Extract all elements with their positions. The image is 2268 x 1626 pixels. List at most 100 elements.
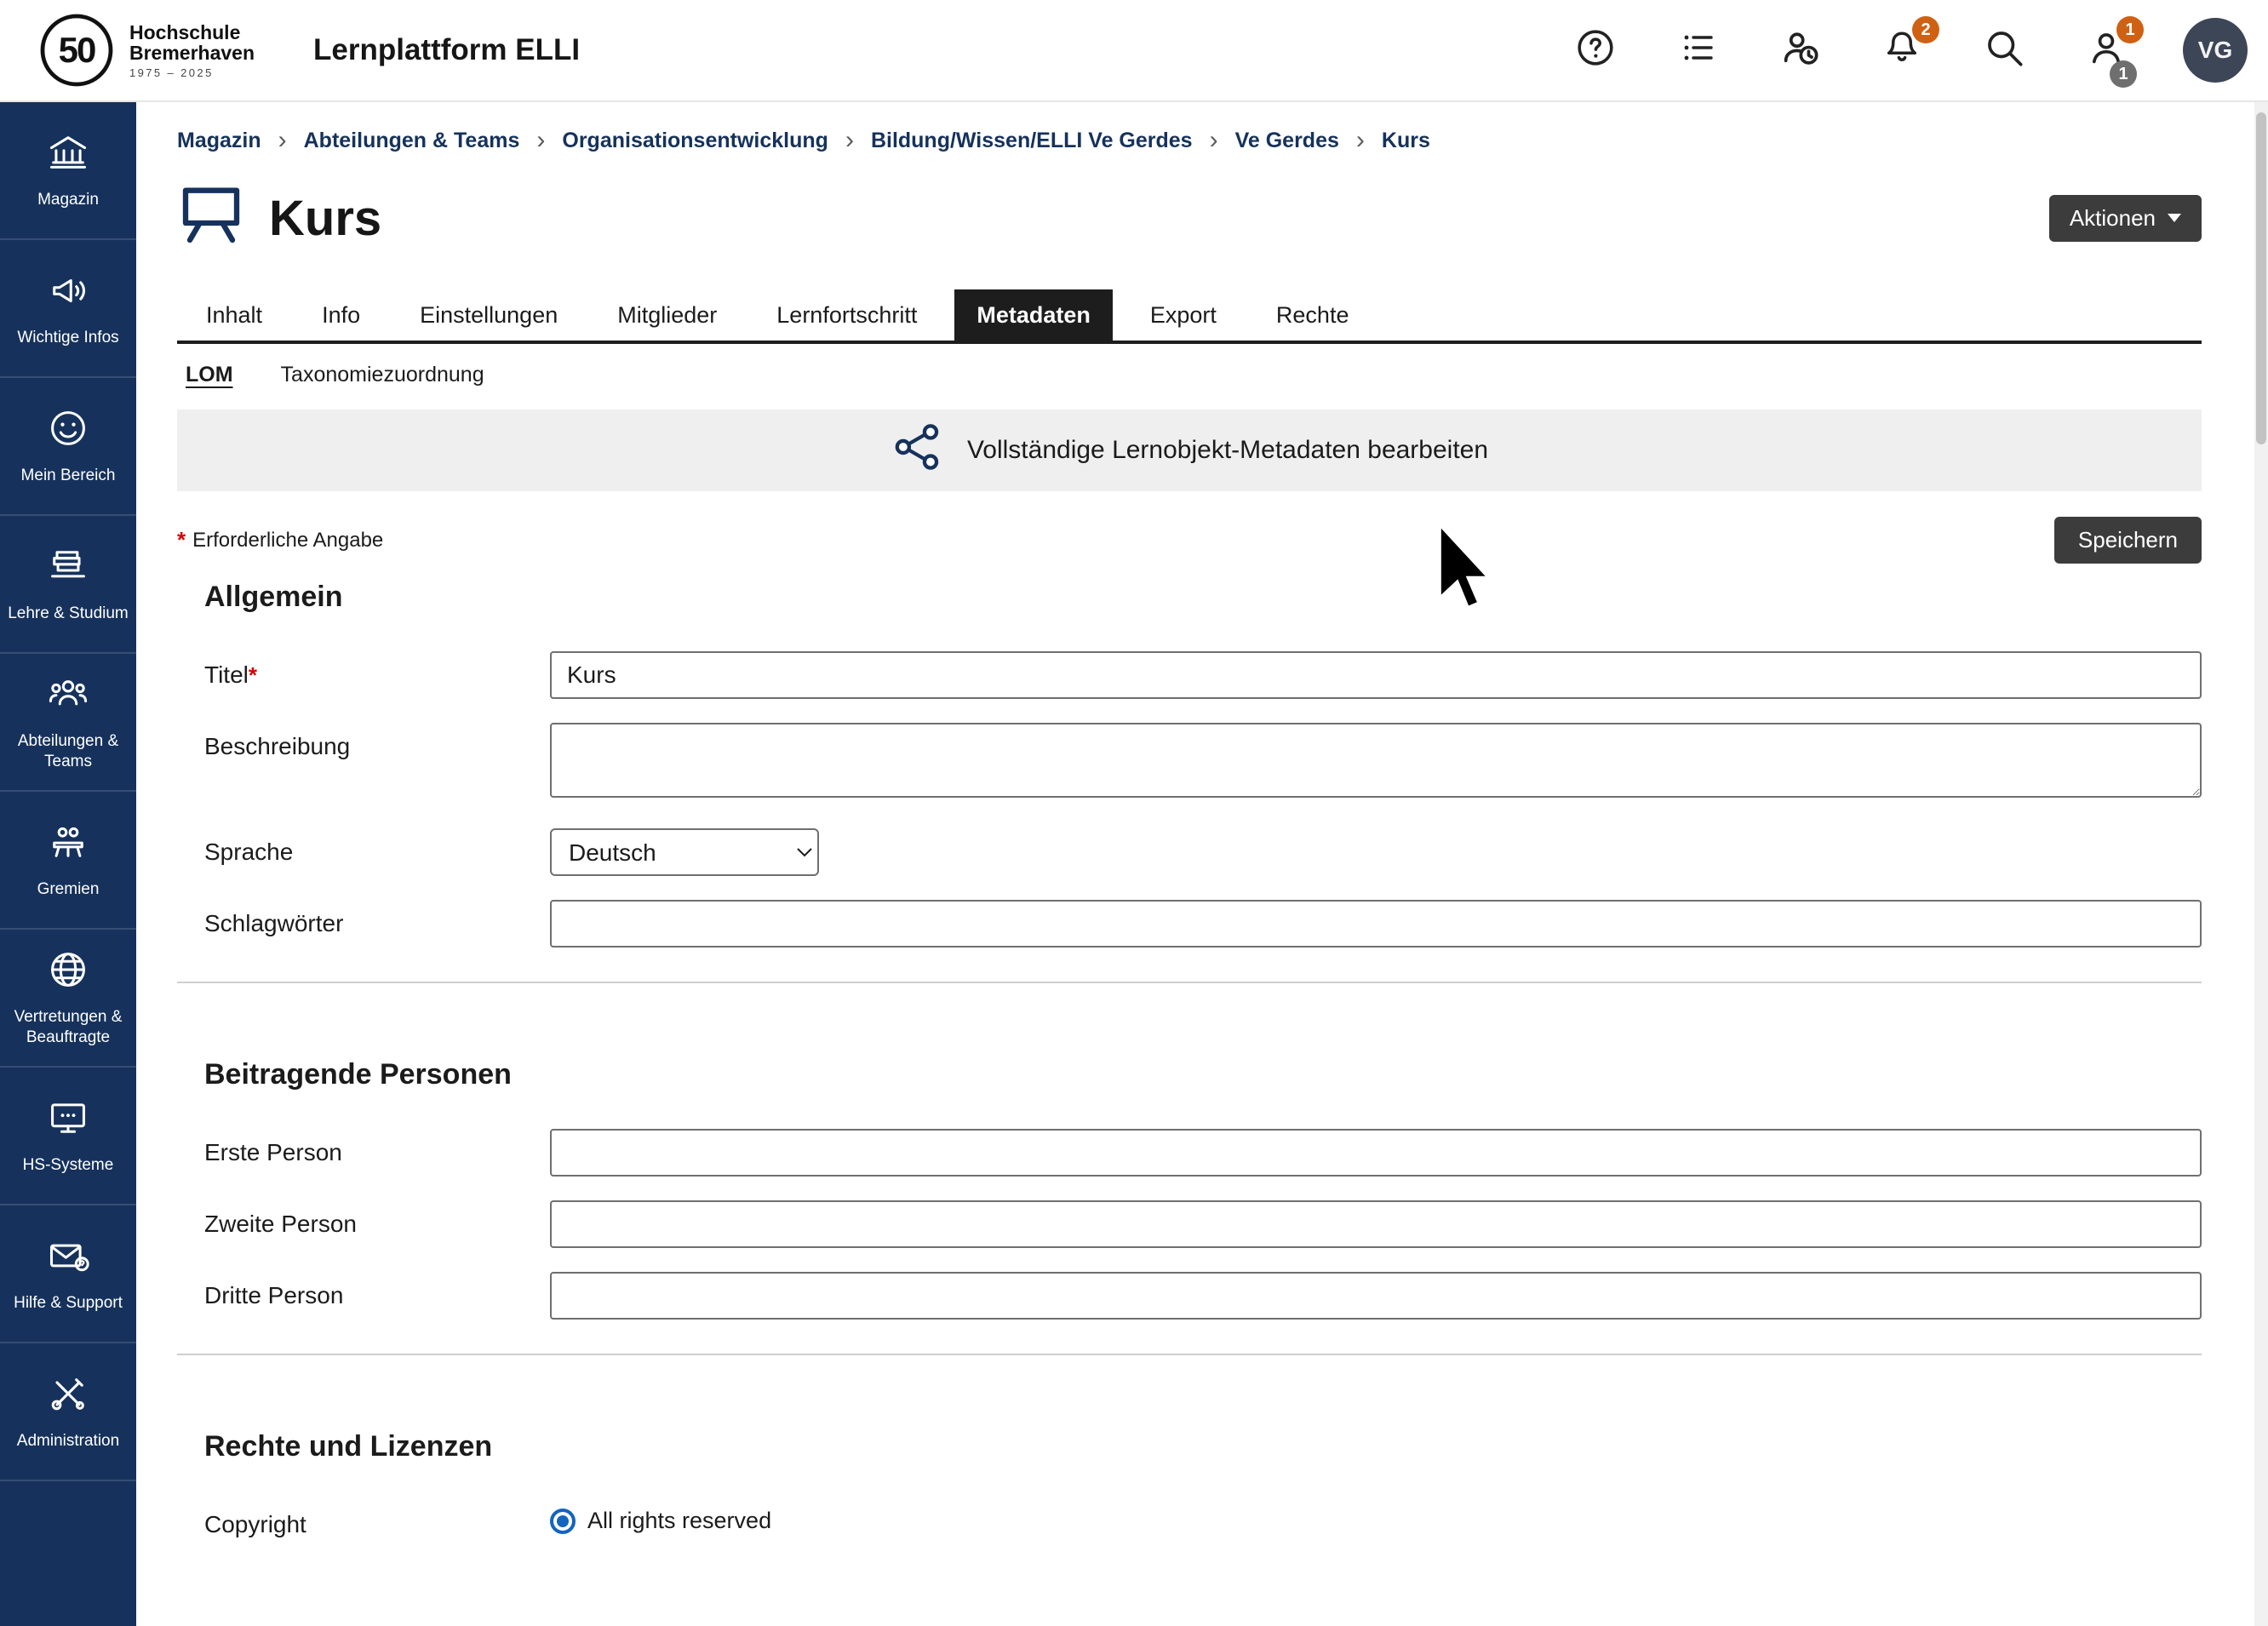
dritte-person-input[interactable] <box>550 1272 2202 1320</box>
required-marker: * <box>249 662 257 688</box>
megaphone-icon <box>46 268 90 319</box>
contacts-button[interactable]: 1 1 <box>2081 25 2132 76</box>
required-marker: * <box>177 527 186 553</box>
tab-bar: Inhalt Info Einstellungen Mitglieder Ler… <box>177 289 2202 344</box>
sidebar-item-magazin[interactable]: Magazin <box>0 102 136 240</box>
zweite-person-label: Zweite Person <box>204 1200 550 1238</box>
section-beitragende: Erste Person Zweite Person Dritte Person <box>177 1129 2202 1320</box>
sidebar-item-gremien[interactable]: Gremien <box>0 792 136 930</box>
help-button[interactable] <box>1570 25 1621 76</box>
required-hint: Erforderliche Angabe <box>192 529 383 552</box>
list-icon <box>1679 29 1716 72</box>
dritte-person-label: Dritte Person <box>204 1272 550 1309</box>
tools-icon <box>46 1371 90 1423</box>
tab-mitglieder[interactable]: Mitglieder <box>595 289 739 341</box>
online-users-button[interactable] <box>1774 25 1825 76</box>
mail-help-icon <box>46 1234 90 1285</box>
tab-lernfortschritt[interactable]: Lernfortschritt <box>754 289 939 341</box>
subtab-lom[interactable]: LOM <box>186 363 233 387</box>
form-row-zweite-person: Zweite Person <box>204 1200 2202 1248</box>
main-content: Magazin › Abteilungen & Teams › Organisa… <box>136 102 2254 1626</box>
save-button[interactable]: Speichern <box>2054 517 2202 564</box>
tab-inhalt[interactable]: Inhalt <box>184 289 284 341</box>
beschreibung-label: Beschreibung <box>204 723 550 760</box>
breadcrumb-separator-icon: › <box>1356 128 1365 153</box>
help-icon <box>1576 28 1615 73</box>
section-rechte: Copyright All rights reserved <box>177 1501 2202 1538</box>
subtab-taxonomiezuordnung[interactable]: Taxonomiezuordnung <box>281 363 484 387</box>
sidebar-item-administration[interactable]: Administration <box>0 1343 136 1481</box>
form-row-schlagwoerter: Schlagwörter <box>204 900 2202 948</box>
sidebar-item-lehre-studium[interactable]: Lehre & Studium <box>0 516 136 654</box>
actions-button[interactable]: Aktionen <box>2049 195 2202 242</box>
sidebar-item-hs-systeme[interactable]: HS-Systeme <box>0 1068 136 1205</box>
user-clock-icon <box>1779 27 1820 74</box>
hsb-logo[interactable]: 50 Hochschule Bremerhaven 1975 – 2025 <box>0 11 272 89</box>
schlagwoerter-input[interactable] <box>550 900 2202 948</box>
contacts-secondary-badge: 1 <box>2110 60 2137 88</box>
notifications-badge: 2 <box>1912 16 1939 43</box>
bank-icon <box>46 130 90 181</box>
books-icon <box>46 544 90 595</box>
copyright-radio[interactable] <box>550 1509 576 1534</box>
edit-full-metadata-banner[interactable]: Vollständige Lernobjekt-Metadaten bearbe… <box>177 409 2202 491</box>
sidebar-item-hilfe-support[interactable]: Hilfe & Support <box>0 1205 136 1343</box>
section-title-beitragende: Beitragende Personen <box>177 1058 2202 1091</box>
scrollbar-thumb[interactable] <box>2256 112 2266 444</box>
globe-icon <box>46 948 90 999</box>
breadcrumb-item[interactable]: Magazin <box>177 129 261 153</box>
sidebar-item-abteilungen-teams[interactable]: Abteilungen & Teams <box>0 654 136 792</box>
form-row-copyright: Copyright All rights reserved <box>204 1501 2202 1538</box>
contacts-badge: 1 <box>2116 16 2144 43</box>
list-button[interactable] <box>1672 25 1723 76</box>
notifications-button[interactable]: 2 <box>1876 25 1927 76</box>
search-button[interactable] <box>1979 25 2030 76</box>
page-title: Kurs <box>269 190 381 247</box>
breadcrumb-separator-icon: › <box>278 128 287 153</box>
user-avatar[interactable]: VG <box>2183 18 2248 83</box>
sidebar-item-wichtige-infos[interactable]: Wichtige Infos <box>0 240 136 378</box>
search-icon <box>1984 27 2025 74</box>
tab-rechte[interactable]: Rechte <box>1254 289 1372 341</box>
monitor-icon <box>46 1096 90 1147</box>
sidebar-item-label: HS-Systeme <box>18 1155 119 1176</box>
copyright-option-label: All rights reserved <box>587 1508 771 1534</box>
top-header: 50 Hochschule Bremerhaven 1975 – 2025 Le… <box>0 0 2268 102</box>
breadcrumb-item[interactable]: Abteilungen & Teams <box>304 129 520 153</box>
titel-input[interactable] <box>550 651 2202 699</box>
sprache-select[interactable]: Deutsch <box>550 828 819 876</box>
sidebar-item-label: Hilfe & Support <box>9 1293 128 1314</box>
sidebar-item-mein-bereich[interactable]: Mein Bereich <box>0 378 136 516</box>
section-divider <box>177 982 2202 983</box>
section-title-allgemein: Allgemein <box>177 581 2202 614</box>
header-actions: 2 1 1 VG <box>1570 18 2268 83</box>
breadcrumb-item[interactable]: Organisationsentwicklung <box>562 129 828 153</box>
sidebar-item-label: Abteilungen & Teams <box>0 731 136 772</box>
sidebar-item-label: Administration <box>12 1431 124 1451</box>
breadcrumb-separator-icon: › <box>845 128 854 153</box>
erste-person-input[interactable] <box>550 1129 2202 1177</box>
zweite-person-input[interactable] <box>550 1200 2202 1248</box>
titel-label: Titel* <box>204 651 550 689</box>
page: 50 Hochschule Bremerhaven 1975 – 2025 Le… <box>0 0 2268 1626</box>
sidebar-item-vertretungen[interactable]: Vertretungen & Beauftragte <box>0 930 136 1068</box>
sidebar-item-label: Wichtige Infos <box>12 328 123 348</box>
tab-export[interactable]: Export <box>1128 289 1239 341</box>
scrollbar[interactable] <box>2254 102 2268 1626</box>
breadcrumb-item[interactable]: Bildung/Wissen/ELLI Ve Gerdes <box>871 129 1193 153</box>
breadcrumb-item[interactable]: Kurs <box>1382 129 1430 153</box>
form-row-titel: Titel* <box>204 651 2202 699</box>
breadcrumb-separator-icon: › <box>536 128 545 153</box>
form-row-sprache: Sprache Deutsch <box>204 828 2202 876</box>
form-row-dritte-person: Dritte Person <box>204 1272 2202 1320</box>
required-hint-row: * Erforderliche Angabe Speichern <box>177 517 2202 564</box>
tab-einstellungen[interactable]: Einstellungen <box>398 289 580 341</box>
breadcrumb-item[interactable]: Ve Gerdes <box>1235 129 1339 153</box>
sidebar-item-label: Lehre & Studium <box>3 604 134 624</box>
tab-metadaten[interactable]: Metadaten <box>954 289 1113 341</box>
beschreibung-textarea[interactable] <box>550 723 2202 798</box>
tab-info[interactable]: Info <box>300 289 382 341</box>
people-icon <box>46 672 90 723</box>
smiley-icon <box>46 406 90 457</box>
logo-line1: Hochschule <box>129 22 255 43</box>
